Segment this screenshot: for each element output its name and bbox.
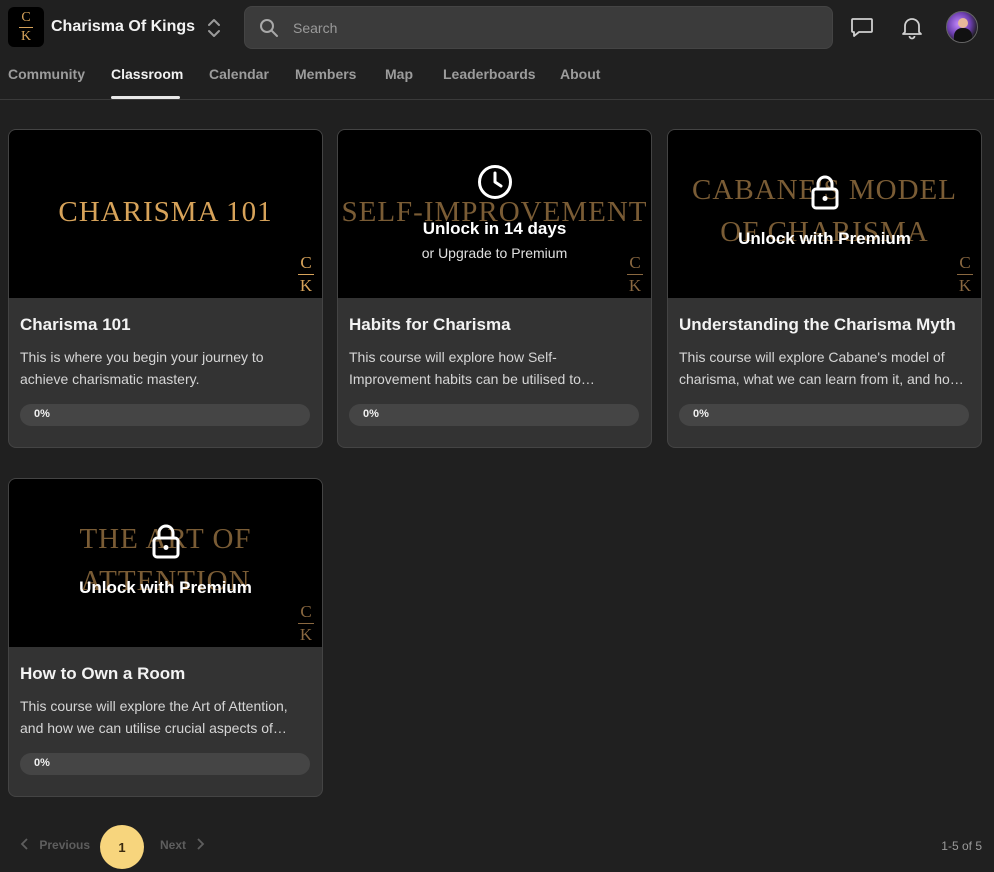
logo-letter-top: C bbox=[21, 9, 31, 25]
next-label: Next bbox=[160, 838, 187, 852]
tab-community[interactable]: Community bbox=[8, 66, 85, 82]
avatar-body bbox=[954, 28, 972, 42]
tab-leaderboards[interactable]: Leaderboards bbox=[443, 66, 536, 82]
lock-icon bbox=[148, 523, 184, 559]
tab-calendar[interactable]: Calendar bbox=[209, 66, 269, 82]
search-input[interactable] bbox=[293, 7, 813, 48]
monogram-top: C bbox=[300, 253, 312, 272]
course-description: This course will explore the Art of Atte… bbox=[20, 698, 288, 736]
monogram-divider bbox=[298, 623, 314, 624]
logo-divider bbox=[19, 26, 33, 28]
monogram-top: C bbox=[959, 253, 971, 272]
progress-label: 0% bbox=[34, 757, 50, 769]
monogram-divider bbox=[298, 274, 314, 275]
course-thumbnail: CABANE'S MODEL OF CHARISMA C K Unlock wi… bbox=[668, 130, 981, 298]
monogram-bottom: K bbox=[958, 276, 972, 295]
progress-label: 0% bbox=[693, 408, 709, 420]
course-description: This course will explore how Self-Improv… bbox=[349, 349, 595, 387]
course-progress-bar: 0% bbox=[679, 404, 969, 426]
upgrade-premium-text[interactable]: or Upgrade to Premium bbox=[338, 245, 651, 261]
course-title: How to Own a Room bbox=[20, 664, 186, 683]
notification-bell-icon[interactable] bbox=[899, 14, 925, 40]
monogram-divider bbox=[627, 274, 643, 275]
thumbnail-title-text: CHARISMA 101 bbox=[58, 196, 273, 228]
monogram-bottom: K bbox=[299, 625, 313, 644]
course-description: This is where you begin your journey to … bbox=[20, 349, 264, 387]
unlock-countdown-text: Unlock in 14 days bbox=[422, 219, 567, 238]
course-thumbnail: THE ART OF ATTENTION C K Unlock with Pre… bbox=[9, 479, 322, 647]
group-logo[interactable]: C K bbox=[8, 7, 44, 47]
chevron-left-icon bbox=[20, 838, 39, 852]
unlock-premium-text[interactable]: Unlock with Premium bbox=[9, 578, 322, 598]
next-page-button[interactable]: Next bbox=[160, 838, 205, 852]
avatar-face bbox=[958, 18, 968, 28]
search-bar[interactable] bbox=[244, 6, 833, 49]
logo-letter-bottom: K bbox=[20, 28, 32, 44]
course-progress-bar: 0% bbox=[20, 404, 310, 426]
ck-monogram: C K bbox=[957, 254, 973, 295]
course-thumbnail: SELF-IMPROVEMENT C K Unlock in 14 days o… bbox=[338, 130, 651, 298]
ck-monogram: C K bbox=[298, 603, 314, 644]
monogram-divider bbox=[957, 274, 973, 275]
monogram-bottom: K bbox=[299, 276, 313, 295]
course-progress-bar: 0% bbox=[349, 404, 639, 426]
search-icon bbox=[259, 18, 279, 38]
user-avatar[interactable] bbox=[946, 11, 978, 43]
course-title: Charisma 101 bbox=[20, 315, 131, 334]
course-title: Understanding the Charisma Myth bbox=[679, 315, 956, 334]
monogram-top: C bbox=[300, 602, 312, 621]
ck-monogram: C K bbox=[298, 254, 314, 295]
monogram-bottom: K bbox=[628, 276, 642, 295]
tab-about[interactable]: About bbox=[560, 66, 600, 82]
progress-label: 0% bbox=[363, 408, 379, 420]
tab-classroom[interactable]: Classroom bbox=[111, 66, 183, 82]
results-count: 1-5 of 5 bbox=[941, 839, 982, 853]
course-card[interactable]: CABANE'S MODEL OF CHARISMA C K Unlock wi… bbox=[667, 129, 982, 448]
previous-page-button[interactable]: Previous bbox=[20, 838, 90, 852]
chevron-right-icon bbox=[186, 838, 205, 852]
clock-icon bbox=[477, 164, 513, 200]
course-card[interactable]: THE ART OF ATTENTION C K Unlock with Pre… bbox=[8, 478, 323, 797]
chat-icon[interactable] bbox=[849, 14, 875, 40]
unlock-premium-text[interactable]: Unlock with Premium bbox=[668, 229, 981, 249]
group-switcher-icon[interactable] bbox=[205, 17, 223, 39]
top-bar: C K Charisma Of Kings Community Classroo… bbox=[0, 0, 994, 100]
page-number-button[interactable]: 1 bbox=[100, 825, 144, 869]
course-card[interactable]: CHARISMA 101 C K Charisma 101 This is wh… bbox=[8, 129, 323, 448]
active-tab-indicator bbox=[111, 96, 180, 99]
course-progress-bar: 0% bbox=[20, 753, 310, 775]
course-description: This course will explore Cabane's model … bbox=[679, 349, 964, 387]
group-name[interactable]: Charisma Of Kings bbox=[51, 18, 195, 36]
tab-map[interactable]: Map bbox=[385, 66, 413, 82]
course-title: Habits for Charisma bbox=[349, 315, 511, 334]
progress-label: 0% bbox=[34, 408, 50, 420]
course-thumbnail: CHARISMA 101 C K bbox=[9, 130, 322, 298]
previous-label: Previous bbox=[39, 838, 91, 852]
tab-members[interactable]: Members bbox=[295, 66, 356, 82]
lock-icon bbox=[807, 174, 843, 210]
course-card[interactable]: SELF-IMPROVEMENT C K Unlock in 14 days o… bbox=[337, 129, 652, 448]
